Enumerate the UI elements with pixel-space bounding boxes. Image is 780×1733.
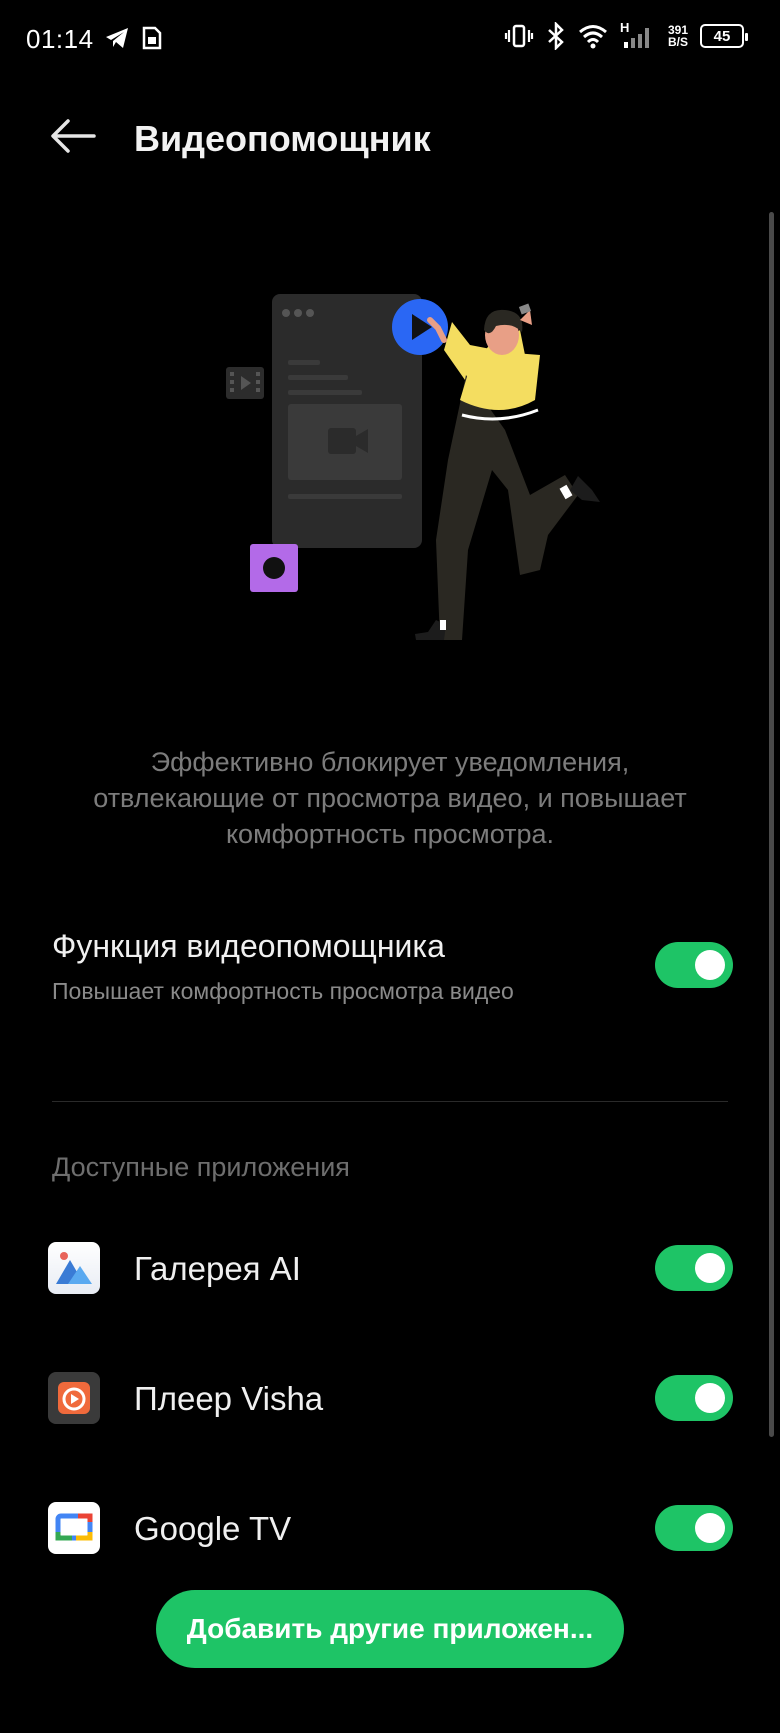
app-name: Галерея AI	[134, 1250, 301, 1287]
wifi-icon	[579, 25, 607, 49]
video-assistant-illustration	[226, 294, 600, 640]
status-right: H 391 B/S 45	[504, 20, 748, 50]
telegram-icon	[106, 28, 128, 48]
toggle-knob	[695, 1513, 725, 1543]
app-toggle-visha[interactable]	[655, 1375, 733, 1421]
battery-indicator: 45	[700, 24, 748, 48]
back-arrow-icon[interactable]	[48, 116, 98, 156]
network-speed: 391 B/S	[667, 23, 688, 49]
app-name: Google TV	[134, 1510, 292, 1547]
app-toggle-google-tv[interactable]	[655, 1505, 733, 1551]
sim-card-icon	[142, 26, 162, 50]
feature-subtitle: Повышает комфортность просмотра видео	[52, 978, 514, 1004]
add-apps-button[interactable]: Добавить другие приложен...	[156, 1590, 624, 1668]
visha-player-icon	[48, 1372, 100, 1424]
list-item[interactable]: Галерея AI	[0, 1228, 780, 1308]
toggle-knob	[695, 1253, 725, 1283]
feature-toggle[interactable]	[655, 942, 733, 988]
section-header: Доступные приложения	[52, 1152, 350, 1182]
signal-icon: H	[620, 20, 656, 50]
list-item[interactable]: Google TV	[0, 1488, 780, 1568]
list-item[interactable]: Плеер Visha	[0, 1358, 780, 1438]
divider	[52, 1101, 728, 1102]
app-name: Плеер Visha	[134, 1380, 324, 1417]
page-title: Видеопомощник	[134, 118, 431, 159]
gallery-icon	[48, 1242, 100, 1294]
toggle-knob	[695, 1383, 725, 1413]
feature-title: Функция видеопомощника	[52, 928, 445, 964]
feature-description: Эффективно блокирует уведомления, отвлек…	[93, 747, 687, 849]
toggle-knob	[695, 950, 725, 980]
status-time: 01:14	[26, 24, 94, 54]
bluetooth-icon	[548, 22, 564, 50]
app-toggle-gallery[interactable]	[655, 1245, 733, 1291]
vibrate-icon	[504, 24, 534, 48]
status-bar: 01:14 H 391 B/S 45	[0, 0, 780, 80]
google-tv-icon	[48, 1502, 100, 1554]
battery-level: 45	[713, 27, 731, 45]
